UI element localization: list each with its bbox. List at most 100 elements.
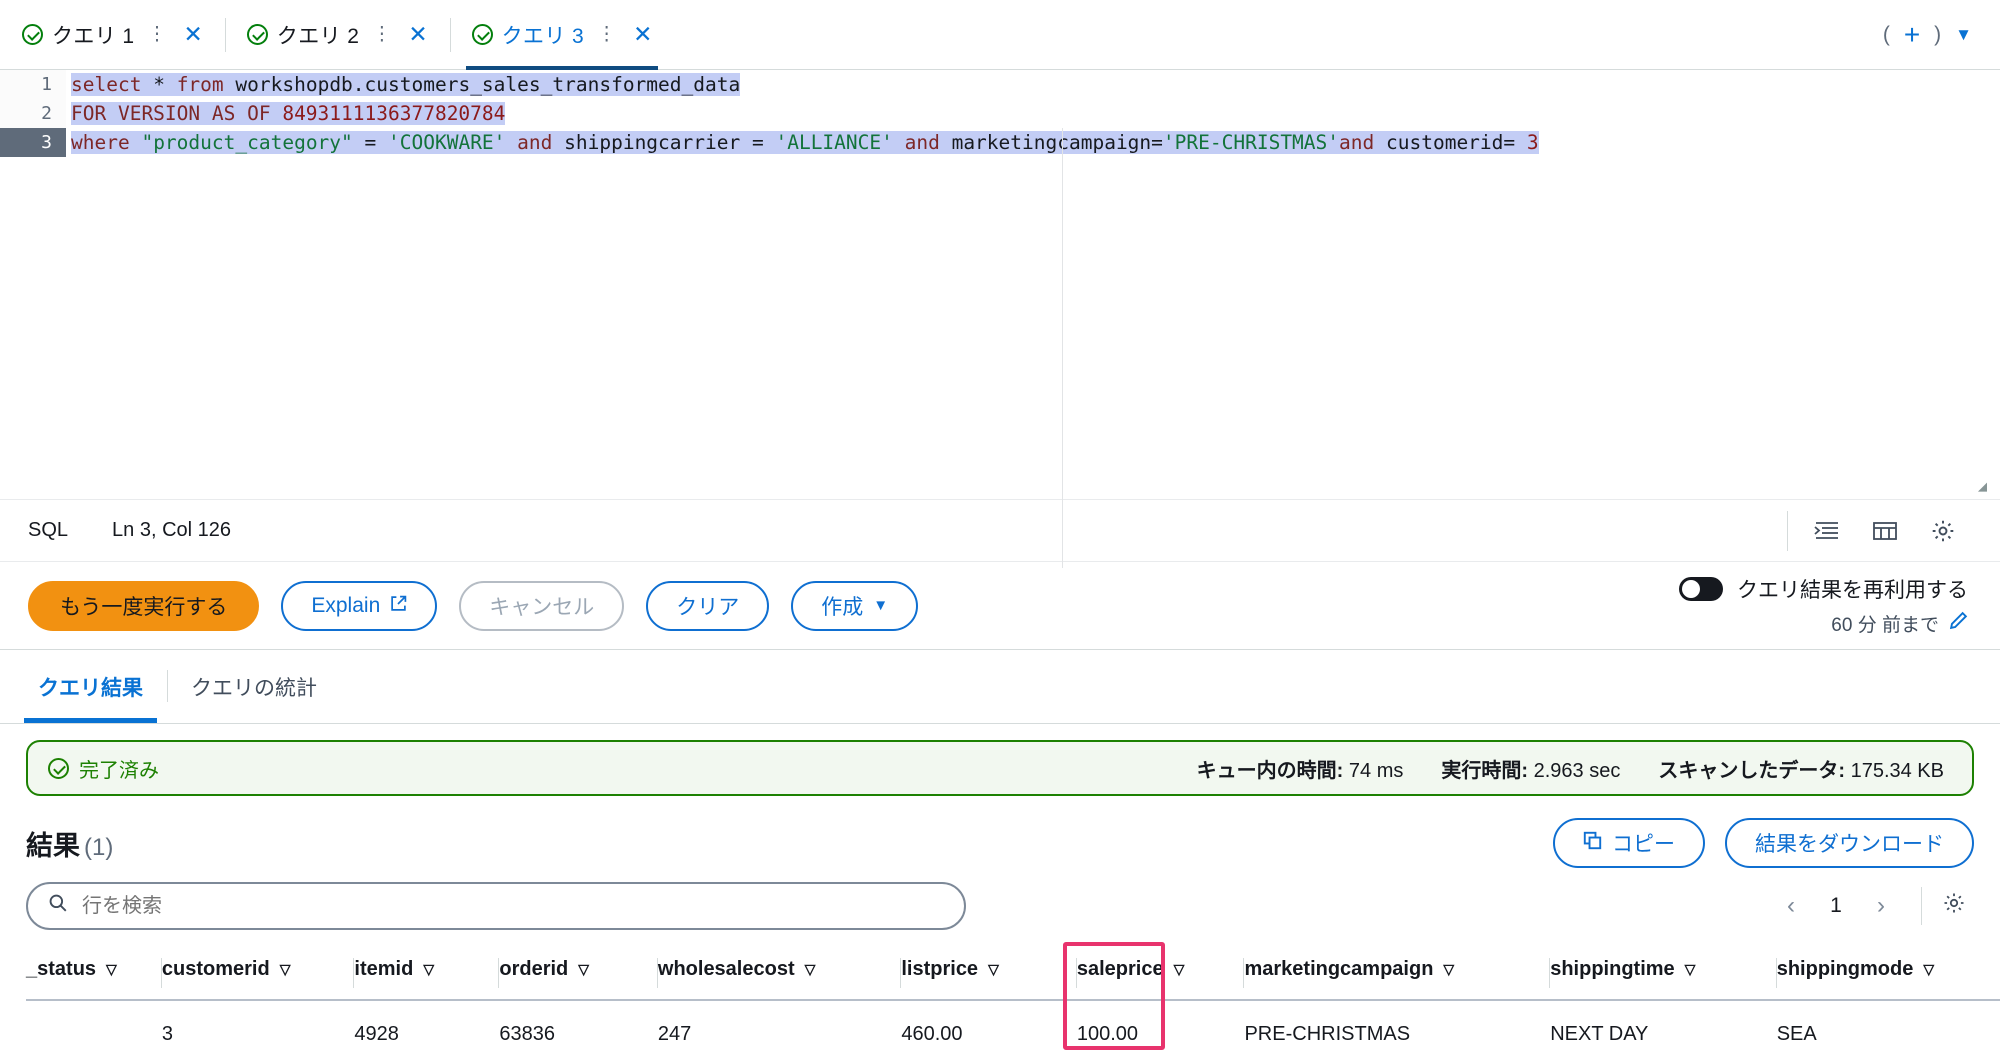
- column-header-label: _status: [26, 958, 97, 980]
- tab-query-statistics-label: クエリの統計: [191, 676, 317, 700]
- column-header-label: shippingmode: [1776, 958, 1914, 980]
- editor-blank-row: [0, 331, 2000, 360]
- sort-descending-icon[interactable]: ▽: [423, 961, 434, 978]
- check-circle-icon: [48, 757, 69, 779]
- next-page-button[interactable]: ›: [1861, 892, 1901, 920]
- query-tab-label: クエリ 2: [276, 24, 360, 48]
- query-tab-1[interactable]: クエリ 1 ⋮ ✕: [0, 0, 225, 70]
- editor-blank-row: [0, 186, 2000, 215]
- sql-operator: =: [1503, 131, 1527, 154]
- code-line-text[interactable]: FOR VERSION AS OF 8493111136377820784: [66, 99, 2000, 128]
- divider: [1787, 510, 1788, 551]
- column-header-listprice[interactable]: listprice ▽: [901, 948, 1077, 1001]
- sort-descending-icon[interactable]: ▽: [280, 961, 291, 978]
- grid-icon[interactable]: [1856, 510, 1914, 552]
- search-box[interactable]: [26, 882, 966, 930]
- sql-keyword-where: where: [71, 131, 142, 154]
- plus-icon[interactable]: +: [1904, 20, 1920, 49]
- line-number: 2: [0, 99, 66, 128]
- sort-descending-icon[interactable]: ▽: [1685, 961, 1696, 978]
- gear-icon[interactable]: [1914, 510, 1972, 552]
- sort-descending-icon[interactable]: ▽: [578, 961, 589, 978]
- explain-button[interactable]: Explain: [281, 580, 438, 631]
- resize-handle-icon[interactable]: ◢: [1978, 479, 1992, 494]
- query-action-toolbar: もう一度実行する Explain キャンセル クリア 作成 ▼ クエリ結果を再利…: [0, 562, 2000, 650]
- column-header-wholesalecost[interactable]: wholesalecost ▽: [657, 948, 902, 1001]
- cell-marketingcampaign: PRE-CHRISTMAS: [1244, 1023, 1411, 1045]
- sort-descending-icon[interactable]: ▽: [1443, 961, 1454, 978]
- reuse-results-toggle[interactable]: [1679, 577, 1723, 601]
- column-header-shippingtime[interactable]: shippingtime ▽: [1550, 948, 1777, 1001]
- explain-label: Explain: [311, 593, 381, 617]
- pagination: ‹ 1 ›: [1771, 887, 1974, 925]
- column-header-shippingmode[interactable]: shippingmode ▽: [1776, 948, 2000, 1001]
- chevron-down-icon[interactable]: ▼: [1955, 25, 1972, 45]
- sort-descending-icon[interactable]: ▽: [106, 961, 117, 978]
- editor-blank-row: [0, 447, 2000, 476]
- check-circle-icon: [22, 24, 43, 45]
- kebab-menu-icon[interactable]: ⋮: [148, 25, 167, 44]
- create-button[interactable]: 作成 ▼: [791, 580, 919, 631]
- query-stats: キュー内の時間: 74 ms 実行時間: 2.963 sec スキャンしたデータ…: [1197, 754, 1952, 783]
- gear-icon[interactable]: [1942, 891, 1966, 921]
- copy-button[interactable]: コピー: [1553, 818, 1705, 868]
- sort-descending-icon[interactable]: ▽: [988, 961, 999, 978]
- sql-keyword-and: and: [505, 131, 565, 154]
- kebab-menu-icon[interactable]: ⋮: [372, 25, 391, 44]
- query-tab-2[interactable]: クエリ 2 ⋮ ✕: [224, 0, 450, 70]
- line-number: 1: [0, 70, 66, 99]
- table-row[interactable]: 3 4928 63836 247 460.00 100.00 PRE-CHRIS…: [26, 1000, 2000, 1050]
- search-input[interactable]: [82, 894, 944, 918]
- cell-saleprice: 100.00: [1076, 1023, 1139, 1045]
- clear-button[interactable]: クリア: [646, 580, 770, 631]
- data-scanned-stat: スキャンしたデータ: 175.34 KB: [1658, 754, 1944, 783]
- previous-page-button[interactable]: ‹: [1771, 892, 1811, 920]
- kebab-menu-icon[interactable]: ⋮: [597, 25, 616, 44]
- sort-descending-icon[interactable]: ▽: [1923, 961, 1934, 978]
- column-header-customerid[interactable]: customerid ▽: [161, 948, 355, 1001]
- tab-query-statistics[interactable]: クエリの統計: [167, 650, 341, 723]
- query-tab-3[interactable]: クエリ 3 ⋮ ✕: [449, 0, 675, 70]
- column-header-marketingcampaign[interactable]: marketingcampaign ▽: [1244, 948, 1551, 1001]
- copy-icon: [1583, 831, 1602, 856]
- close-icon[interactable]: ✕: [408, 23, 427, 46]
- data-scanned-value: 175.34 KB: [1850, 759, 1944, 782]
- editor-blank-row: [0, 215, 2000, 244]
- close-icon[interactable]: ✕: [184, 23, 203, 46]
- clear-label: クリア: [676, 595, 740, 619]
- run-again-button[interactable]: もう一度実行する: [28, 580, 260, 631]
- sort-descending-icon[interactable]: ▽: [1174, 961, 1185, 978]
- column-header-saleprice[interactable]: saleprice ▽: [1076, 948, 1245, 1001]
- sql-operator: =: [1151, 131, 1163, 154]
- reuse-toggle-row[interactable]: クエリ結果を再利用する: [1679, 574, 1968, 604]
- code-line-text[interactable]: select * from workshopdb.customers_sales…: [66, 70, 2000, 99]
- queue-time-label: キュー内の時間:: [1196, 759, 1344, 782]
- query-tab-label: クエリ 3: [501, 24, 585, 48]
- current-page-number[interactable]: 1: [1819, 894, 1853, 918]
- results-title-label: 結果: [26, 830, 80, 861]
- tab-query-results[interactable]: クエリ結果: [14, 650, 167, 723]
- editor-blank-row: [0, 302, 2000, 331]
- sql-keyword-from: from: [176, 73, 224, 96]
- column-header-orderid[interactable]: orderid ▽: [499, 948, 658, 1001]
- code-line-text[interactable]: where "product_category" = 'COOKWARE' an…: [66, 128, 2000, 157]
- sql-editor[interactable]: 1 select * from workshopdb.customers_sal…: [0, 70, 2000, 568]
- column-header-_status[interactable]: _status ▽: [26, 948, 162, 1001]
- cell-_status: [26, 1000, 162, 1050]
- editor-blank-row: [0, 418, 2000, 447]
- format-icon[interactable]: [1798, 510, 1856, 552]
- reuse-duration-row: 60 分 前まで: [1831, 610, 1968, 637]
- cell-wholesalecost: 247: [657, 1023, 692, 1045]
- sort-descending-icon[interactable]: ▽: [805, 961, 816, 978]
- results-table: _status ▽ customerid ▽ itemid ▽ orderid ▽ wh…: [26, 948, 2000, 1050]
- results-search-row: ‹ 1 ›: [0, 868, 2000, 930]
- column-header-label: wholesalecost: [657, 958, 795, 980]
- pencil-icon[interactable]: [1949, 611, 1968, 636]
- sql-column-marketingcampaign: marketingcampaign: [951, 131, 1152, 154]
- check-circle-icon: [471, 24, 493, 45]
- run-time-stat: 実行時間: 2.963 sec: [1441, 754, 1620, 783]
- close-icon[interactable]: ✕: [633, 23, 652, 46]
- code-line-2: 2 FOR VERSION AS OF 8493111136377820784: [0, 99, 2000, 128]
- download-results-button[interactable]: 結果をダウンロード: [1725, 818, 1974, 868]
- column-header-itemid[interactable]: itemid ▽: [354, 948, 500, 1001]
